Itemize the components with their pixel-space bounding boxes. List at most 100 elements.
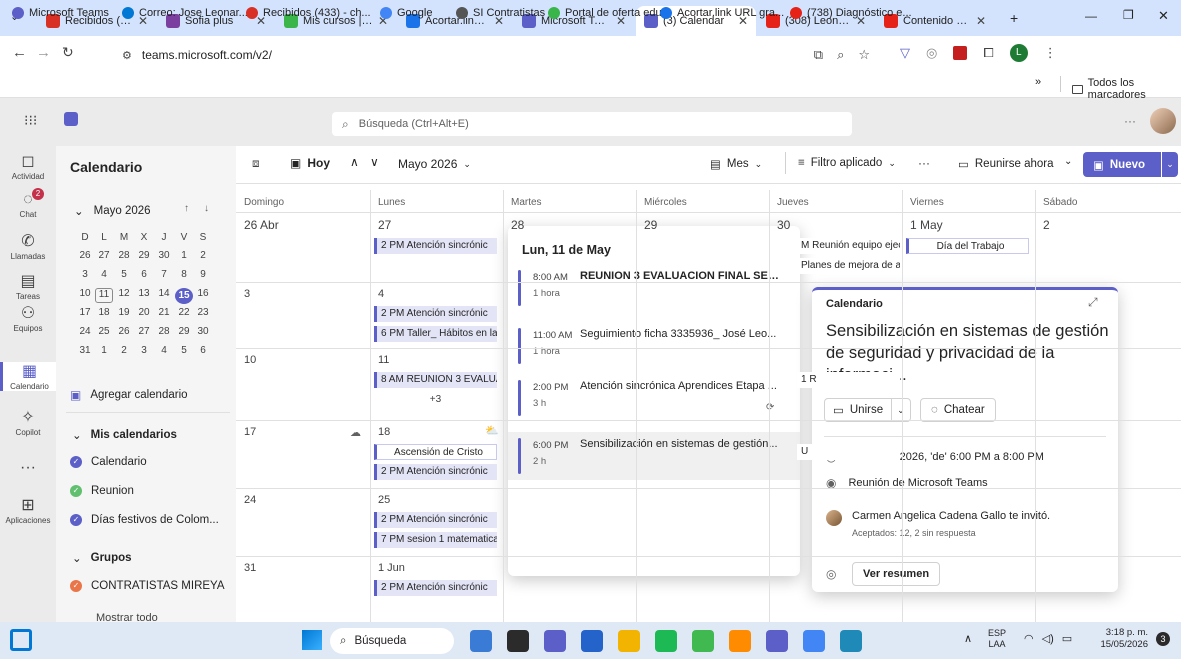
today-button[interactable]: ▣ Hoy [290,156,330,170]
month-picker[interactable]: Mayo 2026 ⌄ [398,157,471,171]
mini-day[interactable]: 13 [135,288,153,299]
rail-item-calendar[interactable]: ▦ Calendario [0,362,56,391]
mini-day[interactable]: 6 [194,345,212,356]
mini-day[interactable]: 17 [76,307,94,318]
add-calendar-button[interactable]: ▣ Agregar calendario [70,388,188,402]
mini-day[interactable]: 22 [175,307,193,318]
view-summary-button[interactable]: Ver resumen [852,562,941,586]
popup-event[interactable]: 8:00 AM 1 hora REUNION 3 EVALUACION FINAL … [508,264,800,312]
mini-day[interactable]: 10 [76,288,94,299]
extension-camera-icon[interactable]: ◎ [926,45,937,61]
mini-day[interactable]: 15 [175,288,193,304]
bookmark-star-icon[interactable]: ☆ [858,47,870,63]
meet-now-chevron-icon[interactable]: ⌄ [1064,156,1072,167]
mini-next-icon[interactable]: ↓ [204,203,209,214]
taskbar-app-icon[interactable] [618,630,640,652]
calendar-event[interactable]: U [797,444,900,460]
mini-day[interactable]: 11 [95,288,113,303]
calendar-event[interactable]: 2 PM Atención sincrónic [374,238,497,254]
taskbar-app-icon[interactable] [507,630,529,652]
groups-header[interactable]: ⌄ Grupos [72,551,132,565]
calendar-item[interactable]: ✓ Reunion [70,485,134,497]
mini-day[interactable]: 14 [155,288,173,299]
bookmark-item[interactable]: Correo: Jose Leonar... [122,4,248,22]
cmd-more-button[interactable]: ··· [918,156,930,170]
mini-day[interactable]: 2 [115,345,133,356]
tab-close-icon[interactable]: ✕ [976,14,986,28]
mini-prev-icon[interactable]: ↑ [184,203,189,214]
tray-chevron-icon[interactable]: ∧ [964,632,972,645]
mini-day[interactable]: 21 [155,307,173,318]
calendar-event[interactable]: 1 R [797,372,900,388]
restore-icon[interactable]: ❐ [1123,8,1134,22]
day-cell-number[interactable]: 24 [244,494,256,506]
widgets-icon[interactable] [10,629,32,651]
rail-item-bell[interactable]: ◻ Actividad [0,152,56,181]
mini-day[interactable]: 1 [95,345,113,356]
rail-item-chat[interactable]: ◌ Chat 2 [0,188,56,219]
taskbar-app-icon[interactable] [729,630,751,652]
day-cell-number[interactable]: 28 [511,218,524,232]
calendar-event[interactable]: Ascensión de Cristo [374,444,497,460]
popup-event[interactable]: 2:00 PM 3 h Atención sincrónica Aprendices… [508,374,800,422]
bookmark-item[interactable]: (738) Diagnóstico e... [790,4,912,22]
mini-day[interactable]: 28 [155,326,173,337]
rail-item-tasks[interactable]: ▤ Tareas [0,272,56,301]
mini-day[interactable]: 6 [135,269,153,280]
mini-day[interactable]: 5 [115,269,133,280]
address-bar[interactable]: ⚙ teams.microsoft.com/v2/ ⧉ ⌕ ☆ [112,42,882,68]
mini-day[interactable]: 3 [76,269,94,280]
day-cell-number[interactable]: 25 [378,494,390,506]
search-input[interactable]: ⌕ Búsqueda (Ctrl+Alt+E) [332,112,852,136]
day-cell-number[interactable]: 30 [777,218,790,232]
start-icon[interactable] [302,630,322,650]
browser-menu-icon[interactable]: ⋮ [1044,45,1057,61]
group-item[interactable]: ✓ CONTRATISTAS MIREYA [70,580,225,592]
mini-day[interactable]: 31 [76,345,94,356]
mini-day[interactable]: 16 [194,288,212,299]
mini-day[interactable]: 26 [115,326,133,337]
new-meeting-chevron-icon[interactable]: ⌄ [1162,152,1178,177]
bookmark-item[interactable]: Recibidos (433) - ch... [246,4,371,22]
join-split-button[interactable]: ▭ Unirse ⌄ [824,398,911,422]
expand-icon[interactable]: ⤢ [1088,295,1098,310]
new-meeting-button[interactable]: ▣ Nuevo [1083,152,1161,177]
taskbar-app-icon[interactable] [655,630,677,652]
calendar-event[interactable]: 7 PM sesion 1 matematicas [374,532,497,548]
mini-day[interactable]: 5 [175,345,193,356]
rail-item-copilot[interactable]: ✧ Copilot [0,408,56,437]
day-cell-number[interactable]: 4 [378,288,384,300]
calendar-event[interactable]: 8 AM REUNION 3 EVALUAC [374,372,497,388]
settings-more-button[interactable]: ··· [1124,114,1136,128]
user-avatar[interactable] [1150,108,1176,134]
day-cell-number[interactable]: 11 [378,354,389,366]
mini-day[interactable]: 3 [135,345,153,356]
mini-day[interactable]: 23 [194,307,212,318]
mini-day[interactable]: 29 [175,326,193,337]
calendar-event[interactable]: 2 PM Atención sincrónic [374,306,497,322]
mini-day[interactable]: 30 [194,326,212,337]
day-cell-number[interactable]: 10 [244,354,256,366]
mini-day[interactable]: 4 [155,345,173,356]
mini-day[interactable]: 30 [155,250,173,261]
mini-day[interactable]: 25 [95,326,113,337]
day-cell-number[interactable]: 18 [378,426,390,438]
mini-day[interactable]: 8 [175,269,193,280]
bookmark-item[interactable]: Acortar.link URL gra... [660,4,784,22]
rail-item-teams[interactable]: ⚇ Equipos [0,304,56,333]
calendar-event[interactable]: Día del Trabajo [906,238,1029,254]
show-all-link[interactable]: Mostrar todo [96,612,158,622]
collapse-chevron-icon[interactable]: ⌄ [74,204,84,218]
rail-item-apps[interactable]: ⊞ Aplicaciones [0,496,56,525]
mini-day[interactable]: 12 [115,288,133,299]
day-cell-number[interactable]: 2 [1043,218,1050,232]
mini-day[interactable]: 2 [194,250,212,261]
day-cell-number[interactable]: 17 [244,426,256,438]
day-cell-number[interactable]: 3 [244,288,250,300]
calendar-event[interactable]: 2 PM Atención sincrónic [374,580,497,596]
extension-ublock-icon[interactable]: ▽ [900,45,910,61]
calendar-event[interactable]: Planes de mejora de a [797,258,900,274]
prev-month-icon[interactable]: ∧ [350,155,359,169]
calendar-event[interactable]: M Reunión equipo ejec [797,238,900,254]
taskbar-search[interactable]: ⌕ Búsqueda [330,628,454,654]
